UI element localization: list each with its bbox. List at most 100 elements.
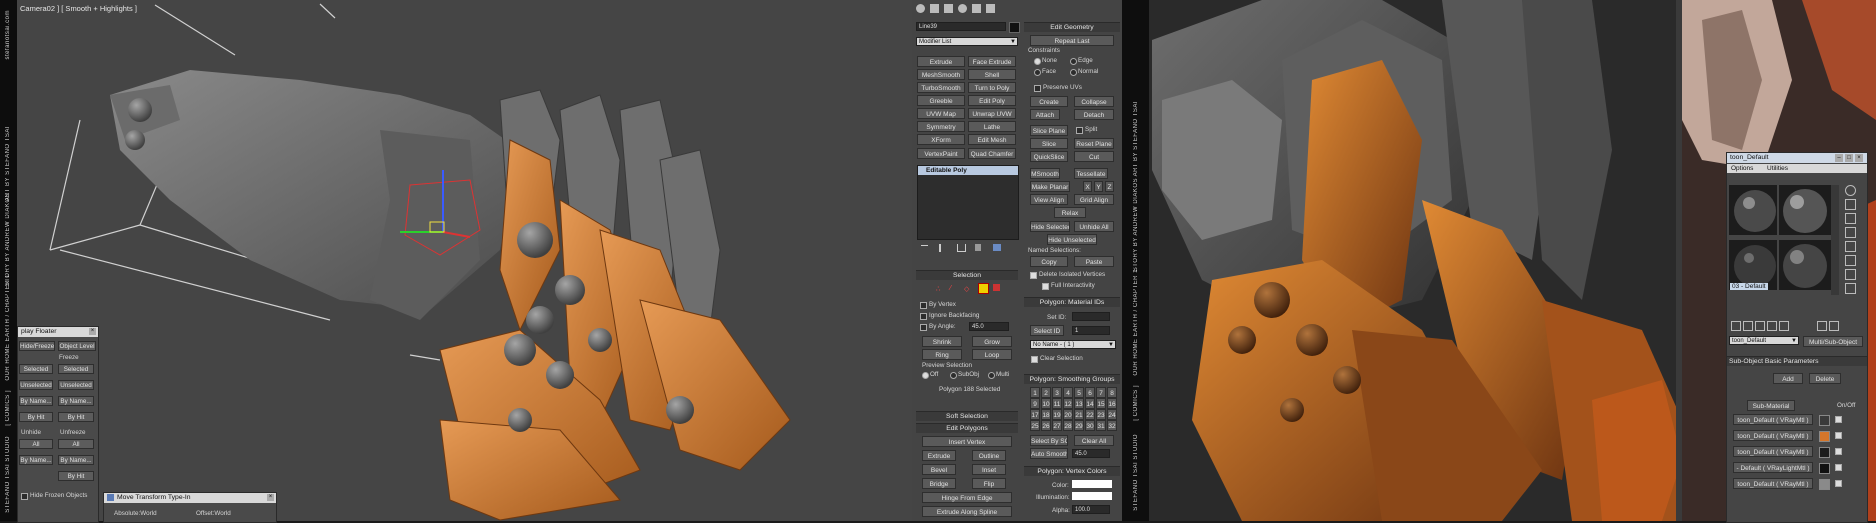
turbosmooth-modifier-button[interactable]: TurboSmooth [917,82,965,93]
move-transform-title[interactable]: Move Transform Type-In [104,493,276,503]
unwrap-uvw-modifier-button[interactable]: Unwrap UVW [968,108,1016,119]
greeble-modifier-button[interactable]: Greeble [917,95,965,106]
motion-tab-icon[interactable] [958,4,967,13]
sub-material-on-checkbox[interactable] [1835,432,1842,439]
quickslice-button[interactable]: QuickSlice [1030,151,1068,162]
preserve-uvs-checkbox[interactable] [1034,85,1041,92]
smoothing-group-29-button[interactable]: 29 [1074,420,1084,431]
attach-button[interactable]: Attach [1030,109,1060,120]
constraint-face-radio[interactable] [1034,69,1041,76]
delete-sub-material-button[interactable]: Delete [1809,373,1841,384]
slice-plane-button[interactable]: Slice Plane [1030,125,1068,136]
smoothing-group-22-button[interactable]: 22 [1085,409,1095,420]
sub-material-on-checkbox[interactable] [1835,480,1842,487]
smoothing-group-31-button[interactable]: 31 [1096,420,1106,431]
meshsmooth-modifier-button[interactable]: MeshSmooth [917,69,965,80]
sub-material-on-checkbox[interactable] [1835,448,1842,455]
smoothing-group-16-button[interactable]: 16 [1107,398,1117,409]
sub-material-on-checkbox[interactable] [1835,416,1842,423]
material-name-field[interactable]: toon_Default ▼ [1729,336,1799,345]
show-end-result-icon[interactable] [939,244,941,252]
background-icon[interactable] [1845,213,1856,224]
edit-polygons-rollout-header[interactable]: Edit Polygons [916,423,1018,433]
cut-button[interactable]: Cut [1074,151,1114,162]
make-copy-icon[interactable] [1779,321,1789,331]
collapse-button[interactable]: Collapse [1074,96,1114,107]
display-tab-icon[interactable] [972,4,981,13]
smoothing-group-27-button[interactable]: 27 [1052,420,1062,431]
hide-frozen-checkbox[interactable] [21,493,28,500]
alpha-spinner[interactable]: 100.0 [1072,505,1110,514]
lathe-modifier-button[interactable]: Lathe [968,121,1016,132]
display-floater-title[interactable]: play Floater [18,327,98,337]
tessellate-button[interactable]: Tessellate [1074,168,1108,179]
vertex-mode-icon[interactable]: ∴ [936,285,940,293]
full-interactivity-checkbox[interactable] [1042,283,1049,290]
close-icon[interactable]: × [89,328,96,335]
edit-geometry-rollout-header[interactable]: Edit Geometry [1024,22,1120,32]
insert-vertex-button[interactable]: Insert Vertex [922,436,1012,447]
sub-material-color-swatch[interactable] [1819,431,1830,442]
select-id-spinner[interactable]: 1 [1072,326,1110,335]
pin-stack-icon[interactable] [921,245,928,251]
slice-button[interactable]: Slice [1030,138,1068,149]
minimize-icon[interactable]: – [1835,154,1843,162]
flip-button[interactable]: Flip [972,478,1006,489]
preview-multi-radio[interactable] [988,372,995,379]
object-name-field[interactable]: Line39 [916,22,1006,31]
constraint-normal-radio[interactable] [1070,69,1077,76]
viewport-label[interactable]: Camera02 ] [ Smooth + Highlights ] [20,4,137,13]
reset-plane-button[interactable]: Reset Plane [1074,138,1114,149]
reset-material-icon[interactable] [1767,321,1777,331]
split-checkbox[interactable] [1076,127,1083,134]
relax-button[interactable]: Relax [1054,207,1086,218]
delete-isolated-checkbox[interactable] [1030,272,1037,279]
vertex-colors-rollout-header[interactable]: Polygon: Vertex Colors [1024,466,1120,476]
smoothing-group-19-button[interactable]: 19 [1052,409,1062,420]
xform-modifier-button[interactable]: XForm [917,134,965,145]
menu-options[interactable]: Options [1731,165,1753,172]
face-extrude-modifier-button[interactable]: Face Extrude [968,56,1016,67]
material-ids-rollout-header[interactable]: Polygon: Material IDs [1024,297,1120,307]
configure-sets-icon[interactable] [993,244,1001,251]
turn-to-poly-modifier-button[interactable]: Turn to Poly [968,82,1016,93]
smoothing-group-12-button[interactable]: 12 [1063,398,1073,409]
vertex-color-swatch[interactable] [1072,480,1112,488]
smoothing-group-15-button[interactable]: 15 [1096,398,1106,409]
modifier-list-dropdown[interactable]: Modifier List ▼ [916,37,1018,46]
smoothing-group-25-button[interactable]: 25 [1030,420,1040,431]
smoothing-group-32-button[interactable]: 32 [1107,420,1117,431]
ring-button[interactable]: Ring [922,349,962,360]
make-preview-icon[interactable] [1845,255,1856,266]
create-tab-icon[interactable] [916,4,925,13]
extrude-button[interactable]: Extrude [922,450,956,461]
sub-material-button[interactable]: toon_Default ( VRayMtl ) [1733,430,1813,441]
utilities-tab-icon[interactable] [986,4,995,13]
detach-button[interactable]: Detach [1074,109,1114,120]
repeat-last-button[interactable]: Repeat Last [1030,35,1114,46]
create-button[interactable]: Create [1030,96,1068,107]
hide-unselected-button[interactable]: Unselected [19,380,53,390]
select-id-button[interactable]: Select ID [1030,325,1064,336]
hinge-from-edge-button[interactable]: Hinge From Edge [922,492,1012,503]
extrude-modifier-button[interactable]: Extrude [917,56,965,67]
shell-modifier-button[interactable]: Shell [968,69,1016,80]
smoothing-group-6-button[interactable]: 6 [1085,387,1095,398]
smoothing-group-14-button[interactable]: 14 [1085,398,1095,409]
select-by-sg-button[interactable]: Select By SG [1030,435,1068,446]
get-material-icon[interactable] [1731,321,1741,331]
camera-viewport[interactable]: STEFANO TSAI STUDIO [ COMICS ] OUR HOME … [0,0,912,521]
preview-subobj-radio[interactable] [950,372,957,379]
preview-off-radio[interactable] [922,372,929,379]
material-slot-1[interactable] [1729,185,1777,235]
tab-object-level[interactable]: Object Level [58,341,96,351]
assign-material-icon[interactable] [1755,321,1765,331]
unhide-all-button[interactable]: All [19,439,53,449]
sub-material-color-swatch[interactable] [1819,479,1830,490]
hide-by-hit-button[interactable]: By Hit [19,412,53,422]
stack-item-editable-poly[interactable]: Editable Poly [918,166,1018,175]
soft-selection-rollout-header[interactable]: Soft Selection [916,411,1018,421]
material-type-button[interactable]: Multi/Sub-Object [1803,336,1863,347]
slots-scrollbar[interactable] [1831,185,1839,295]
smoothing-group-18-button[interactable]: 18 [1041,409,1051,420]
